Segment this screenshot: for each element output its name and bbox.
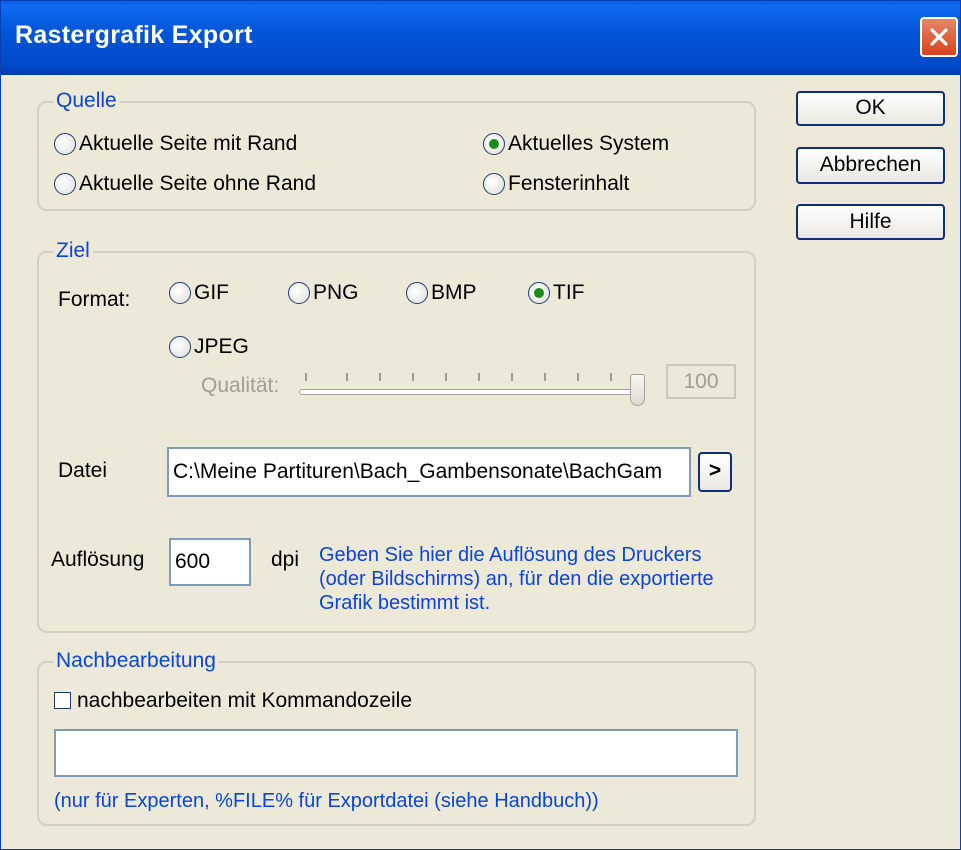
slider-tick: [577, 373, 579, 381]
radio-label: PNG: [313, 281, 359, 304]
resolution-unit: dpi: [271, 548, 300, 571]
radio-circle: [288, 282, 310, 304]
browse-button[interactable]: >: [698, 452, 732, 492]
radio-label: Aktuelles System: [508, 132, 670, 155]
radio-circle: [483, 173, 505, 195]
command-line-input[interactable]: [54, 729, 738, 777]
radio-circle: [528, 282, 550, 304]
slider-tick: [610, 373, 612, 381]
radio-label: BMP: [431, 281, 477, 304]
slider-tick: [445, 373, 447, 381]
window-title: Rastergrafik Export: [15, 21, 253, 49]
radio-label: JPEG: [194, 335, 249, 358]
close-icon: [930, 28, 948, 46]
nachbearbeitung-group-label: Nachbearbeitung: [53, 649, 219, 673]
radio-label: Aktuelle Seite ohne Rand: [79, 172, 316, 195]
export-dialog: Rastergrafik Export OK Abbrechen Hilfe Q…: [0, 0, 961, 850]
quelle-group-label: Quelle: [53, 89, 120, 113]
radio-format-jpeg[interactable]: JPEG: [169, 335, 249, 359]
quality-slider-thumb[interactable]: [630, 374, 645, 406]
file-path-input[interactable]: C:\Meine Partituren\Bach_Gambensonate\Ba…: [167, 447, 691, 497]
format-label: Format:: [58, 288, 131, 311]
slider-tick: [379, 373, 381, 381]
slider-tick: [412, 373, 414, 381]
radio-circle: [406, 282, 428, 304]
title-bar[interactable]: Rastergrafik Export: [1, 1, 960, 75]
radio-circle: [54, 173, 76, 195]
radio-format-png[interactable]: PNG: [288, 281, 359, 305]
quality-label: Qualität:: [201, 374, 280, 397]
quality-slider[interactable]: [299, 389, 644, 395]
ziel-group-label: Ziel: [53, 239, 93, 263]
slider-tick: [478, 373, 480, 381]
radio-seite-mit-rand[interactable]: Aktuelle Seite mit Rand: [54, 132, 297, 156]
resolution-help-text: Geben Sie hier die Auflösung des Drucker…: [319, 544, 714, 614]
close-button[interactable]: [920, 17, 958, 57]
radio-fensterinhalt[interactable]: Fensterinhalt: [483, 172, 629, 196]
radio-seite-ohne-rand[interactable]: Aktuelle Seite ohne Rand: [54, 172, 316, 196]
slider-tick: [511, 373, 513, 381]
cancel-button[interactable]: Abbrechen: [796, 147, 945, 184]
radio-circle: [169, 282, 191, 304]
radio-format-bmp[interactable]: BMP: [406, 281, 477, 305]
ok-button[interactable]: OK: [796, 91, 945, 126]
radio-aktuelles-system[interactable]: Aktuelles System: [483, 132, 669, 156]
postprocess-checkbox-label[interactable]: nachbearbeiten mit Kommandozeile: [77, 689, 412, 713]
quality-value: 100: [666, 364, 736, 399]
slider-tick: [346, 373, 348, 381]
slider-tick: [544, 373, 546, 381]
postprocess-checkbox[interactable]: [54, 692, 71, 709]
radio-label: Aktuelle Seite mit Rand: [79, 132, 298, 155]
radio-label: GIF: [194, 281, 229, 304]
radio-label: TIF: [553, 281, 585, 304]
radio-circle: [169, 336, 191, 358]
resolution-label: Auflösung: [51, 548, 145, 571]
radio-format-tif[interactable]: TIF: [528, 281, 585, 305]
resolution-input[interactable]: 600: [169, 538, 251, 586]
postprocess-note: (nur für Experten, %FILE% für Exportdate…: [54, 790, 599, 812]
radio-circle: [54, 133, 76, 155]
radio-label: Fensterinhalt: [508, 172, 630, 195]
file-label: Datei: [58, 459, 108, 482]
slider-tick: [305, 373, 307, 381]
radio-circle: [483, 133, 505, 155]
help-button[interactable]: Hilfe: [796, 204, 945, 240]
radio-format-gif[interactable]: GIF: [169, 281, 229, 305]
